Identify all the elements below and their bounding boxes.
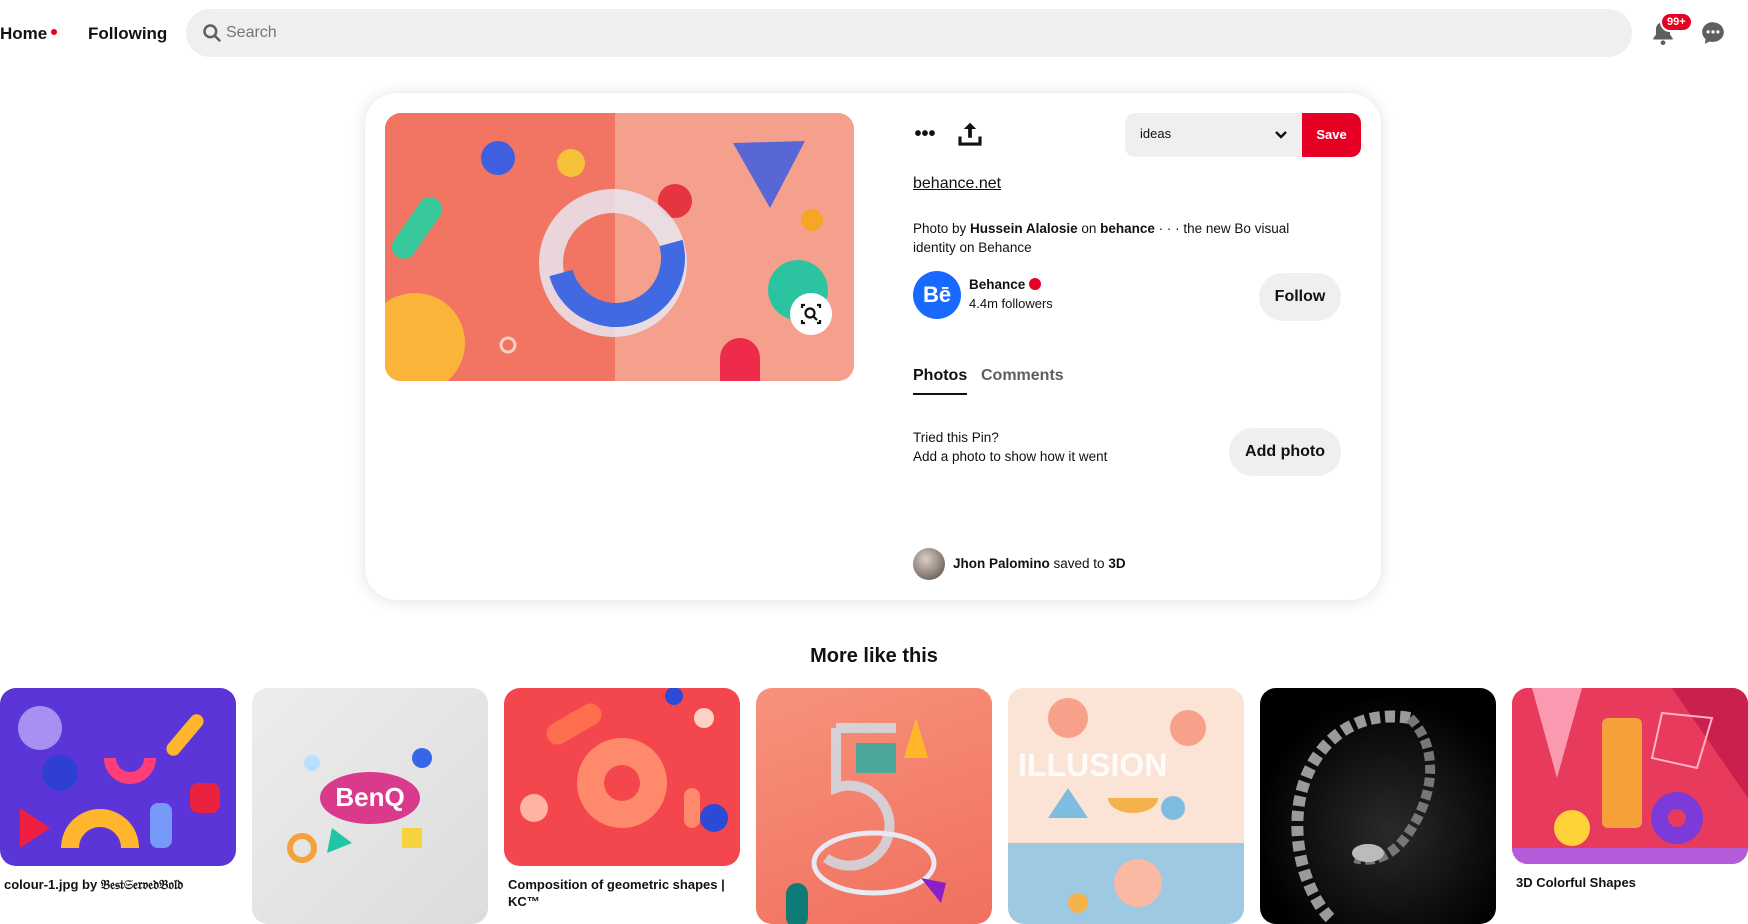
pin-image-art [385, 113, 854, 381]
top-bar: Home Following 99+ [0, 0, 1748, 68]
pin-tile[interactable] [1260, 688, 1496, 924]
pin-tile[interactable]: ILLUSION [1008, 688, 1244, 924]
pin-thumbnail[interactable] [0, 688, 236, 866]
avatar[interactable] [913, 548, 945, 580]
creator-name[interactable]: Behance [969, 277, 1042, 292]
pin-tile[interactable]: Composition of geometric shapes | KC™ [504, 688, 740, 910]
saved-to-text: saved to [1049, 556, 1109, 571]
pin-thumbnail[interactable]: BenQ [252, 688, 488, 924]
desc-author[interactable]: Hussein Alalosie [970, 221, 1078, 236]
desc-prefix: Photo by [913, 221, 971, 236]
saved-by-text: Jhon Palomino saved to 3D [953, 556, 1126, 571]
pin-tile[interactable]: 3D Colorful Shapes [1512, 688, 1748, 891]
pin-tile[interactable]: BenQ [252, 688, 488, 924]
save-button[interactable]: Save [1302, 113, 1361, 157]
desc-site[interactable]: behance [1100, 221, 1155, 236]
pin-description: Photo by Hussein Alalosie on behance · ·… [913, 219, 1313, 257]
messages-icon[interactable] [1700, 20, 1726, 46]
nav-home-label: Home [0, 24, 48, 43]
pin-tile[interactable] [756, 688, 992, 924]
search-input[interactable] [226, 19, 1606, 47]
add-photo-button[interactable]: Add photo [1229, 428, 1341, 476]
nav-home[interactable]: Home [0, 24, 58, 44]
pin-thumbnail[interactable] [504, 688, 740, 866]
pin-thumbnail[interactable] [756, 688, 992, 924]
unread-dot [51, 29, 58, 35]
thumbnail-art-text: ILLUSION [1018, 747, 1167, 783]
pin-closeup-card: ••• ideas Save behance.net Photo by Huss… [365, 93, 1381, 600]
notifications-badge: 99+ [1660, 12, 1693, 32]
saved-by-user[interactable]: Jhon Palomino [953, 556, 1050, 571]
visual-search-lens-icon[interactable] [790, 293, 832, 335]
desc-on: on [1077, 221, 1101, 236]
saved-board[interactable]: 3D [1108, 556, 1125, 571]
board-select[interactable]: ideas [1125, 113, 1303, 157]
more-like-this-heading: More like this [810, 645, 938, 667]
source-link[interactable]: behance.net [913, 175, 1001, 193]
pin-thumbnail[interactable] [1260, 688, 1496, 924]
pin-caption[interactable]: Composition of geometric shapes | KC™ [504, 876, 740, 910]
pin-caption[interactable]: colour-1.jpg by 𝔅𝔢𝔰𝔱𝔖𝔢𝔯𝔳𝔢𝔡𝔅𝔬𝔩𝔡 [0, 876, 236, 893]
search-bar[interactable] [186, 9, 1632, 57]
search-icon [203, 24, 221, 42]
tab-photos[interactable]: Photos [913, 367, 968, 395]
tried-subtitle: Add a photo to show how it went [913, 449, 1108, 464]
tried-title: Tried this Pin? [913, 430, 999, 445]
board-select-value: ideas [1140, 126, 1172, 141]
tab-comments[interactable]: Comments [981, 367, 1064, 385]
thumbnail-art-text: BenQ [335, 782, 404, 812]
chevron-down-icon [1275, 131, 1287, 139]
more-options-icon[interactable]: ••• [910, 119, 940, 149]
pin-thumbnail[interactable] [1512, 688, 1748, 864]
pin-image[interactable] [385, 113, 854, 381]
follow-button[interactable]: Follow [1259, 273, 1341, 321]
pin-thumbnail[interactable]: ILLUSION [1008, 688, 1244, 924]
nav-following[interactable]: Following [88, 24, 167, 44]
pin-caption[interactable]: 3D Colorful Shapes [1512, 874, 1748, 891]
creator-name-label: Behance [969, 277, 1026, 292]
verified-badge-icon [1029, 278, 1042, 290]
follower-count: 4.4m followers [969, 296, 1053, 311]
avatar[interactable]: Bē [913, 271, 961, 319]
pin-tile[interactable]: colour-1.jpg by 𝔅𝔢𝔰𝔱𝔖𝔢𝔯𝔳𝔢𝔡𝔅𝔬𝔩𝔡 [0, 688, 236, 893]
share-icon[interactable] [955, 119, 985, 149]
tried-pin-prompt: Tried this Pin? Add a photo to show how … [913, 428, 1107, 466]
